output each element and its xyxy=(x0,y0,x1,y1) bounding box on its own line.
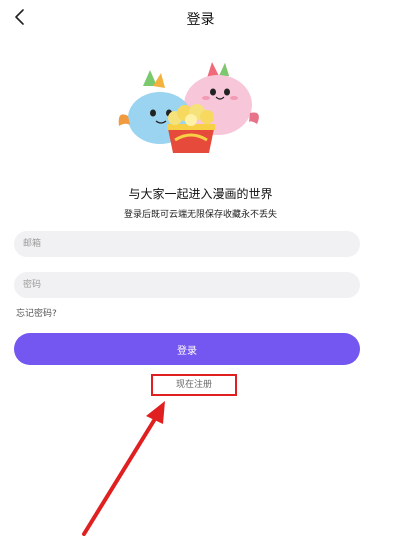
top-bar: 登录 xyxy=(0,0,401,34)
page-title: 登录 xyxy=(186,12,215,28)
login-button[interactable]: 登录 xyxy=(14,333,360,365)
password-input[interactable] xyxy=(14,272,360,298)
register-link[interactable]: 现在注册 xyxy=(151,377,237,390)
email-input[interactable] xyxy=(14,231,360,257)
forgot-password-link[interactable]: 忘记密码? xyxy=(16,306,57,319)
subtitle: 登录后既可云端无限保存收藏永不丢失 xyxy=(123,210,277,220)
tagline: 与大家一起进入漫画的世界 xyxy=(128,187,273,201)
mascot-illustration xyxy=(118,62,259,153)
